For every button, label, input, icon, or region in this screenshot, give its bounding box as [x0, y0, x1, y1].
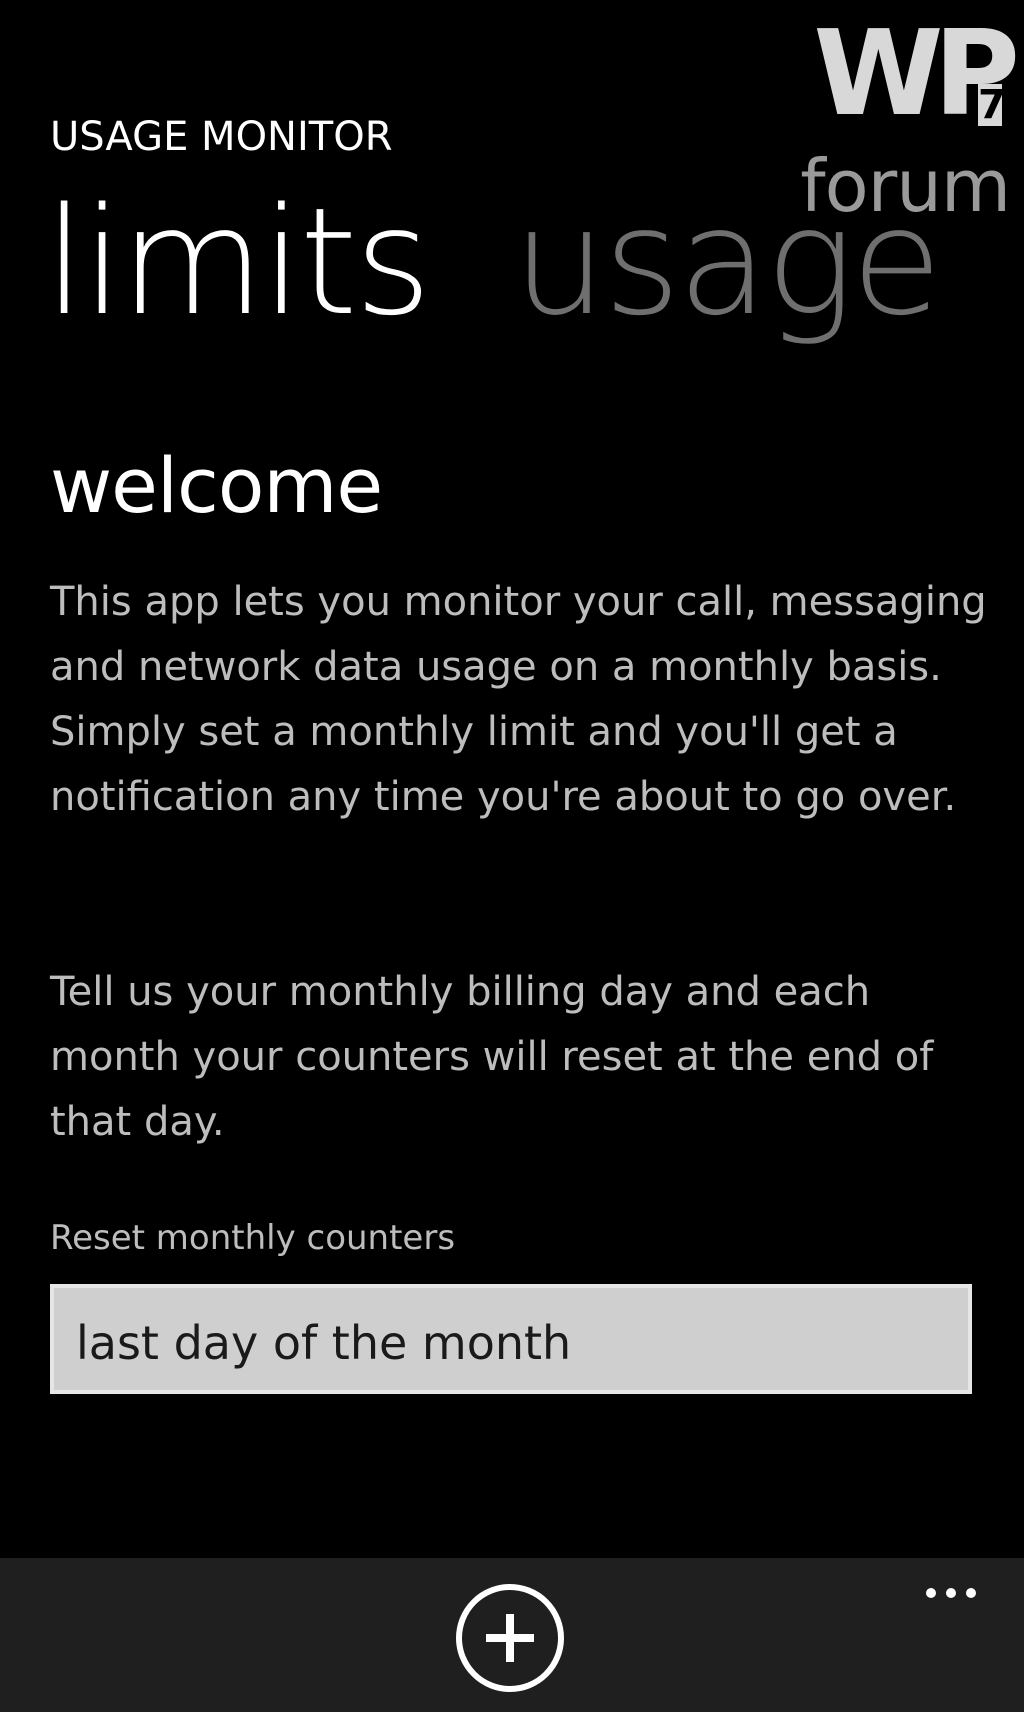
- plus-icon: [486, 1614, 534, 1662]
- pivot-tab-limits[interactable]: limits: [44, 188, 432, 336]
- reset-day-value: last day of the month: [76, 1316, 572, 1370]
- welcome-heading: welcome: [50, 441, 383, 530]
- more-options-ellipsis-icon[interactable]: [926, 1588, 976, 1598]
- watermark-logo-number: 7: [978, 82, 1006, 128]
- reset-counters-label: Reset monthly counters: [50, 1218, 456, 1258]
- wp7-forum-watermark: WP 7 forum: [800, 14, 1020, 234]
- billing-paragraph: Tell us your monthly billing day and eac…: [50, 969, 934, 1145]
- ellipsis-dot: [946, 1588, 956, 1598]
- application-bar: [0, 1558, 1024, 1712]
- intro-paragraph: This app lets you monitor your call, mes…: [50, 579, 987, 820]
- add-button[interactable]: [456, 1584, 564, 1692]
- ellipsis-dot: [966, 1588, 976, 1598]
- ellipsis-dot: [926, 1588, 936, 1598]
- reset-day-picker[interactable]: last day of the month: [50, 1284, 972, 1394]
- app-title: USAGE MONITOR: [50, 114, 393, 160]
- watermark-forum-text: forum: [800, 144, 1011, 228]
